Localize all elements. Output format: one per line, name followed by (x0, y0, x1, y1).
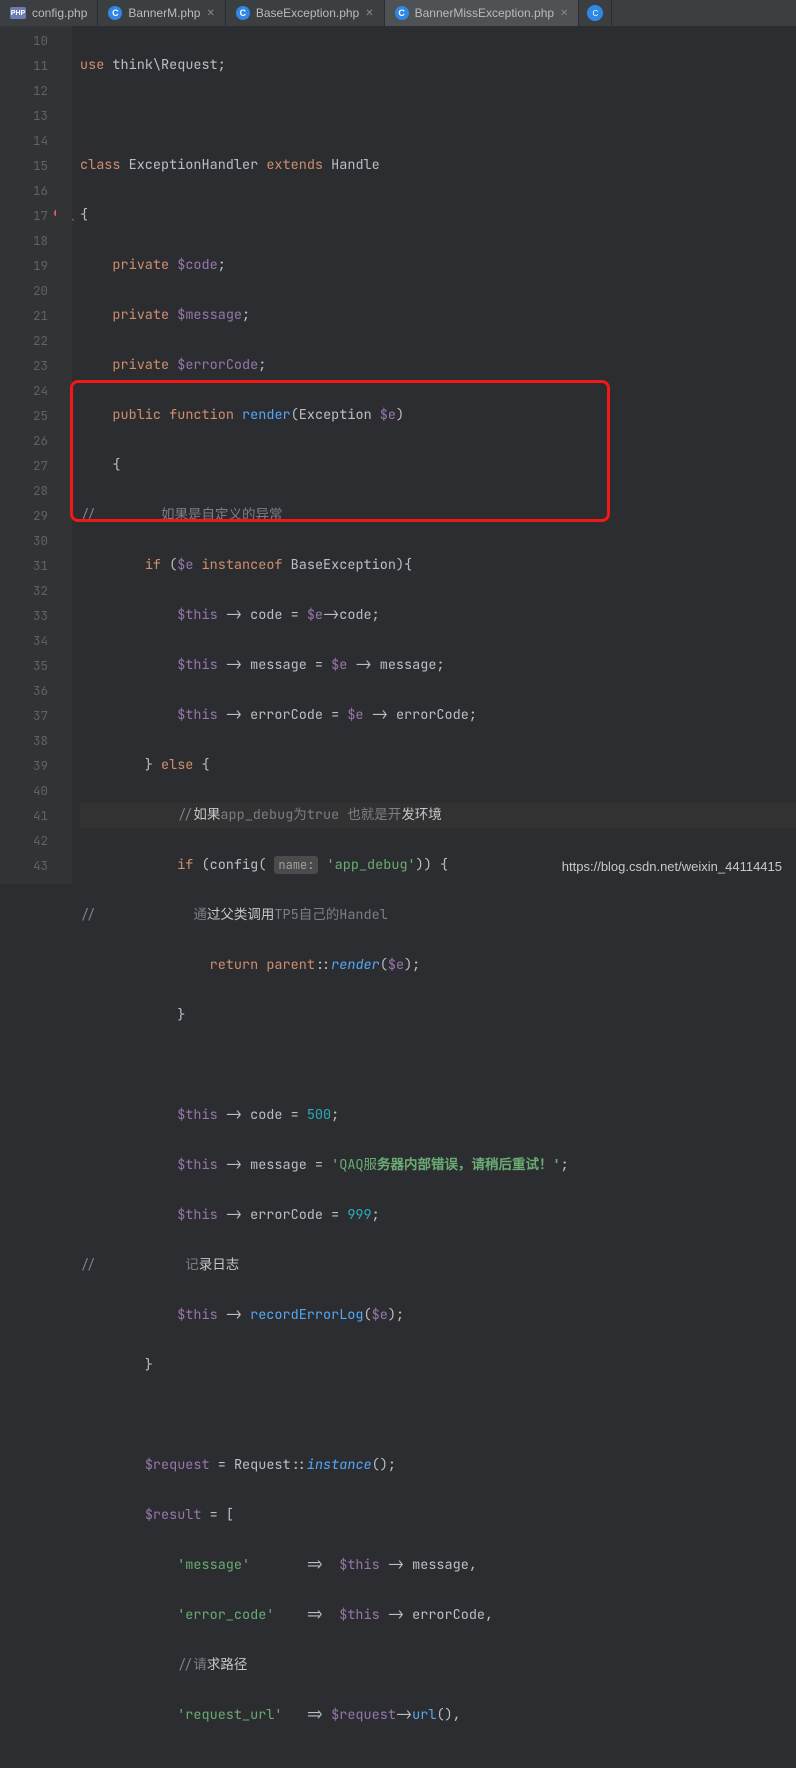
tab-config[interactable]: PHP config.php (0, 0, 98, 26)
close-icon[interactable]: ✕ (365, 8, 373, 19)
circle-icon: C (587, 5, 603, 21)
close-icon[interactable]: ✕ (560, 8, 568, 19)
class-icon: C (395, 6, 409, 20)
tab-label: config.php (32, 6, 87, 20)
editor: 10111213 14151617 18192021 22232425 2627… (0, 26, 796, 884)
tab-bannermiss[interactable]: C BannerMissException.php ✕ (385, 0, 580, 26)
tab-extra[interactable]: C (579, 0, 612, 26)
class-icon: C (108, 6, 122, 20)
editor-tabs: PHP config.php C BannerM.php ✕ C BaseExc… (0, 0, 796, 26)
code-area[interactable]: use think\Request; class ExceptionHandle… (72, 26, 796, 884)
tab-label: BaseException.php (256, 6, 359, 20)
tab-label: BannerMissException.php (415, 6, 554, 20)
gutter: 10111213 14151617 18192021 22232425 2627… (0, 26, 56, 884)
watermark: https://blog.csdn.net/weixin_44114415 (562, 859, 782, 874)
php-icon: PHP (10, 7, 26, 19)
close-icon[interactable]: ✕ (206, 8, 214, 19)
fold-column (56, 26, 72, 884)
tab-label: BannerM.php (128, 6, 200, 20)
class-icon: C (236, 6, 250, 20)
tab-bannerm[interactable]: C BannerM.php ✕ (98, 0, 225, 26)
tab-baseexception[interactable]: C BaseException.php ✕ (226, 0, 385, 26)
